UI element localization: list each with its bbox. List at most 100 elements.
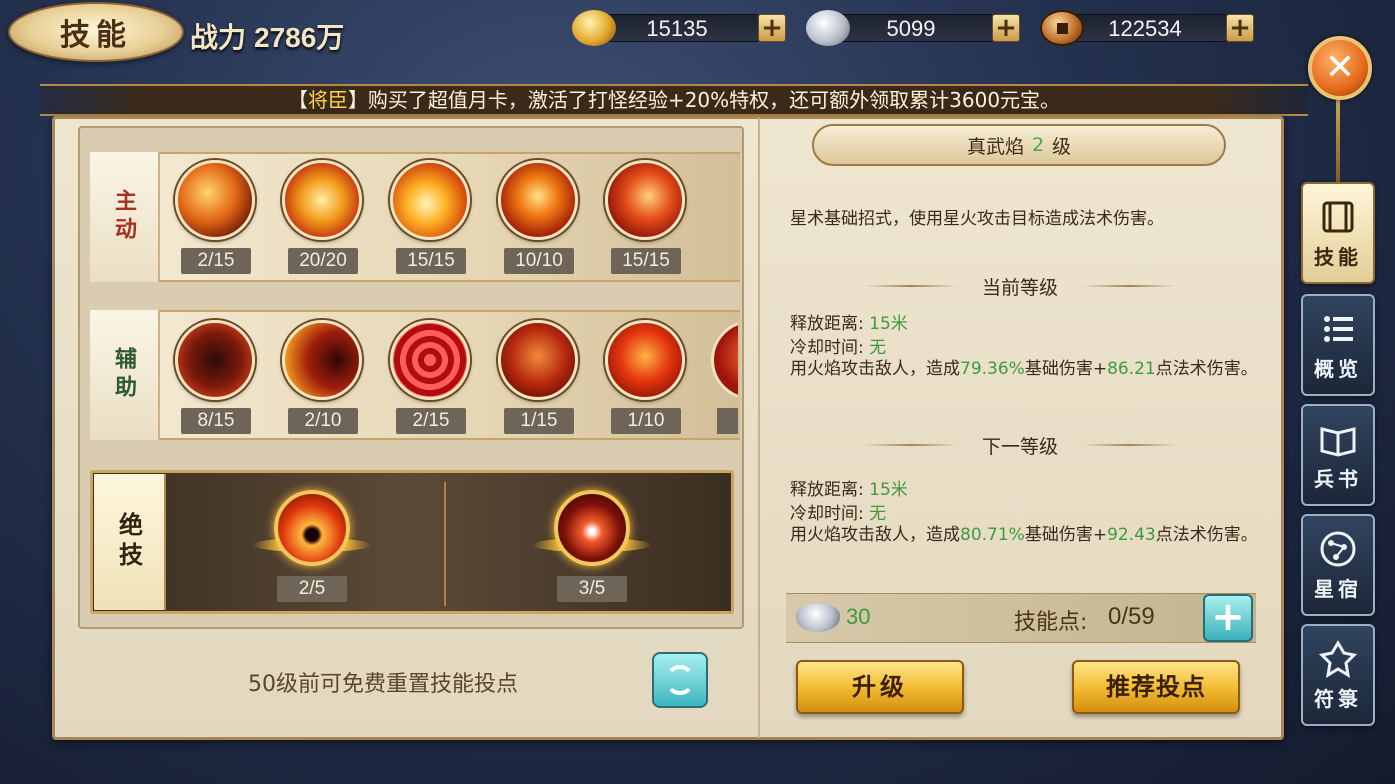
shadow-face-skill-icon — [282, 320, 362, 400]
fire-orb-skill-icon — [274, 490, 350, 566]
book-icon — [1320, 426, 1356, 457]
skill-level: 15/15 — [396, 248, 466, 274]
next-effect: 用火焰攻击敌人，造成80.71%基础伤害+92.43点法术伤害。 — [790, 525, 1258, 545]
active-skill-4[interactable]: 10/10 — [495, 160, 581, 280]
ultimate-divider — [444, 482, 446, 606]
side-tab-art-of-war[interactable]: 兵书 — [1301, 404, 1375, 506]
skill-level-number: 2 — [1031, 134, 1045, 156]
skill-description: 星术基础招式，使用星火攻击目标造成法术伤害。 — [790, 209, 1164, 229]
side-tab-constellation[interactable]: 星宿 — [1301, 514, 1375, 616]
gold-ingot-icon — [572, 10, 616, 46]
skill-level: 8/15 — [181, 408, 251, 434]
red-spiral-skill-icon — [390, 320, 470, 400]
active-skill-5[interactable]: 15/15 — [602, 160, 688, 280]
skill-level: 2/15 — [396, 408, 466, 434]
skill-level: 1/15 — [504, 408, 574, 434]
add-gold-button[interactable]: + — [758, 14, 786, 42]
support-skill-1[interactable]: 8/15 — [172, 320, 258, 440]
crimson-orb-skill-icon — [554, 490, 630, 566]
fireball-skill-icon — [390, 160, 470, 240]
side-tab-skills[interactable]: 技能 — [1301, 182, 1375, 284]
next-level-heading: 下一等级 — [840, 433, 1200, 458]
fire-vortex-skill-icon — [605, 160, 685, 240]
skill-points-label: 技能点: — [1014, 610, 1088, 635]
marquee-text: 】购买了超值月卡，激活了打怪经验+20%特权，还可额外领取累计3600元宝。 — [347, 88, 1061, 112]
side-chain-ornament — [1336, 100, 1340, 184]
scroll-icon — [1322, 201, 1354, 232]
skill-level: 2/10 — [288, 408, 358, 434]
skill-level-unit: 级 — [1052, 135, 1072, 158]
active-skill-3[interactable]: 15/15 — [387, 160, 473, 280]
fire-burst-skill-icon — [282, 160, 362, 240]
current-effect: 用火焰攻击敌人，造成79.36%基础伤害+86.21点法术伤害。 — [790, 359, 1258, 379]
marquee-player-name: 将臣 — [307, 88, 348, 112]
ultimate-row-label: 绝技 — [94, 474, 166, 610]
current-range: 释放距离: 15米 — [790, 314, 908, 334]
support-skill-6-partial[interactable] — [708, 320, 738, 440]
skill-level: 15/15 — [611, 248, 681, 274]
copper-amount: 122534 — [1062, 14, 1228, 42]
active-skill-2[interactable]: 20/20 — [279, 160, 365, 280]
copper-resource: 122534 + — [1040, 10, 1254, 46]
fire-skill-icon — [711, 320, 738, 400]
warrior-silhouette-skill-icon — [175, 320, 255, 400]
skill-name-banner: 真武焰 2 级 — [812, 124, 1226, 166]
skill-level: 2/15 — [181, 248, 251, 274]
bound-figure-skill-icon — [498, 320, 578, 400]
current-cooldown: 冷却时间: 无 — [790, 338, 887, 358]
gold-amount: 15135 — [594, 14, 760, 42]
add-silver-button[interactable]: + — [992, 14, 1020, 42]
current-level-heading: 当前等级 — [840, 274, 1200, 299]
shield-skill-icon — [605, 320, 685, 400]
flame-pillar-skill-icon — [498, 160, 578, 240]
recommend-points-button[interactable]: 推荐投点 — [1072, 660, 1240, 714]
upgrade-cost: 30 — [846, 604, 871, 629]
side-tab-overview[interactable]: 概览 — [1301, 294, 1375, 396]
add-skill-points-button[interactable]: + — [1203, 594, 1253, 642]
power-value: 2786万 — [254, 22, 345, 53]
add-copper-button[interactable]: + — [1226, 14, 1254, 42]
support-skill-3[interactable]: 2/15 — [387, 320, 473, 440]
ultimate-skill-2[interactable]: 3/5 — [532, 480, 652, 602]
silver-amount: 5099 — [828, 14, 994, 42]
silver-ingot-icon — [796, 604, 840, 632]
skill-level: 1/10 — [611, 408, 681, 434]
ultimate-skill-1[interactable]: 2/5 — [252, 480, 372, 602]
power-label: 战力 — [190, 21, 247, 54]
skill-level-badge — [717, 408, 738, 434]
marquee-bracket: 【 — [287, 88, 308, 112]
skill-name: 真武焰 — [966, 135, 1024, 158]
skill-level: 10/10 — [504, 248, 574, 274]
panel-divider — [758, 118, 760, 738]
upgrade-button[interactable]: 升级 — [796, 660, 964, 714]
active-row-label: 主动 — [90, 152, 160, 282]
next-range: 释放距离: 15米 — [790, 480, 908, 500]
silver-ingot-icon — [806, 10, 850, 46]
combat-power: 战力 2786万 — [190, 16, 344, 56]
skill-level: 2/5 — [277, 576, 347, 602]
fire-fan-skill-icon — [175, 160, 255, 240]
skill-level: 3/5 — [557, 576, 627, 602]
list-icon — [1324, 315, 1353, 342]
talisman-icon — [1318, 639, 1358, 678]
page-title-plaque: 技能 — [8, 2, 184, 62]
next-cooldown: 冷却时间: 无 — [790, 504, 887, 524]
announcement-marquee: 【将臣】购买了超值月卡，激活了打怪经验+20%特权，还可额外领取累计3600元宝… — [40, 84, 1308, 116]
reset-hint: 50级前可免费重置技能投点 — [248, 672, 518, 697]
support-row-label: 辅助 — [90, 310, 160, 440]
reset-points-button[interactable] — [652, 652, 708, 708]
support-skill-5[interactable]: 1/10 — [602, 320, 688, 440]
side-tab-talisman[interactable]: 符箓 — [1301, 624, 1375, 726]
refresh-icon — [665, 665, 695, 695]
copper-coin-icon — [1040, 10, 1084, 46]
close-button[interactable]: ✕ — [1308, 36, 1372, 100]
support-skill-2[interactable]: 2/10 — [279, 320, 365, 440]
constellation-icon — [1320, 531, 1356, 566]
gold-resource: 15135 + — [572, 10, 786, 46]
skill-level: 20/20 — [288, 248, 358, 274]
support-skill-4[interactable]: 1/15 — [495, 320, 581, 440]
page-title: 技能 — [60, 18, 132, 53]
active-skill-1[interactable]: 2/15 — [172, 160, 258, 280]
skill-points-value: 0/59 — [1108, 603, 1155, 630]
silver-resource: 5099 + — [806, 10, 1020, 46]
